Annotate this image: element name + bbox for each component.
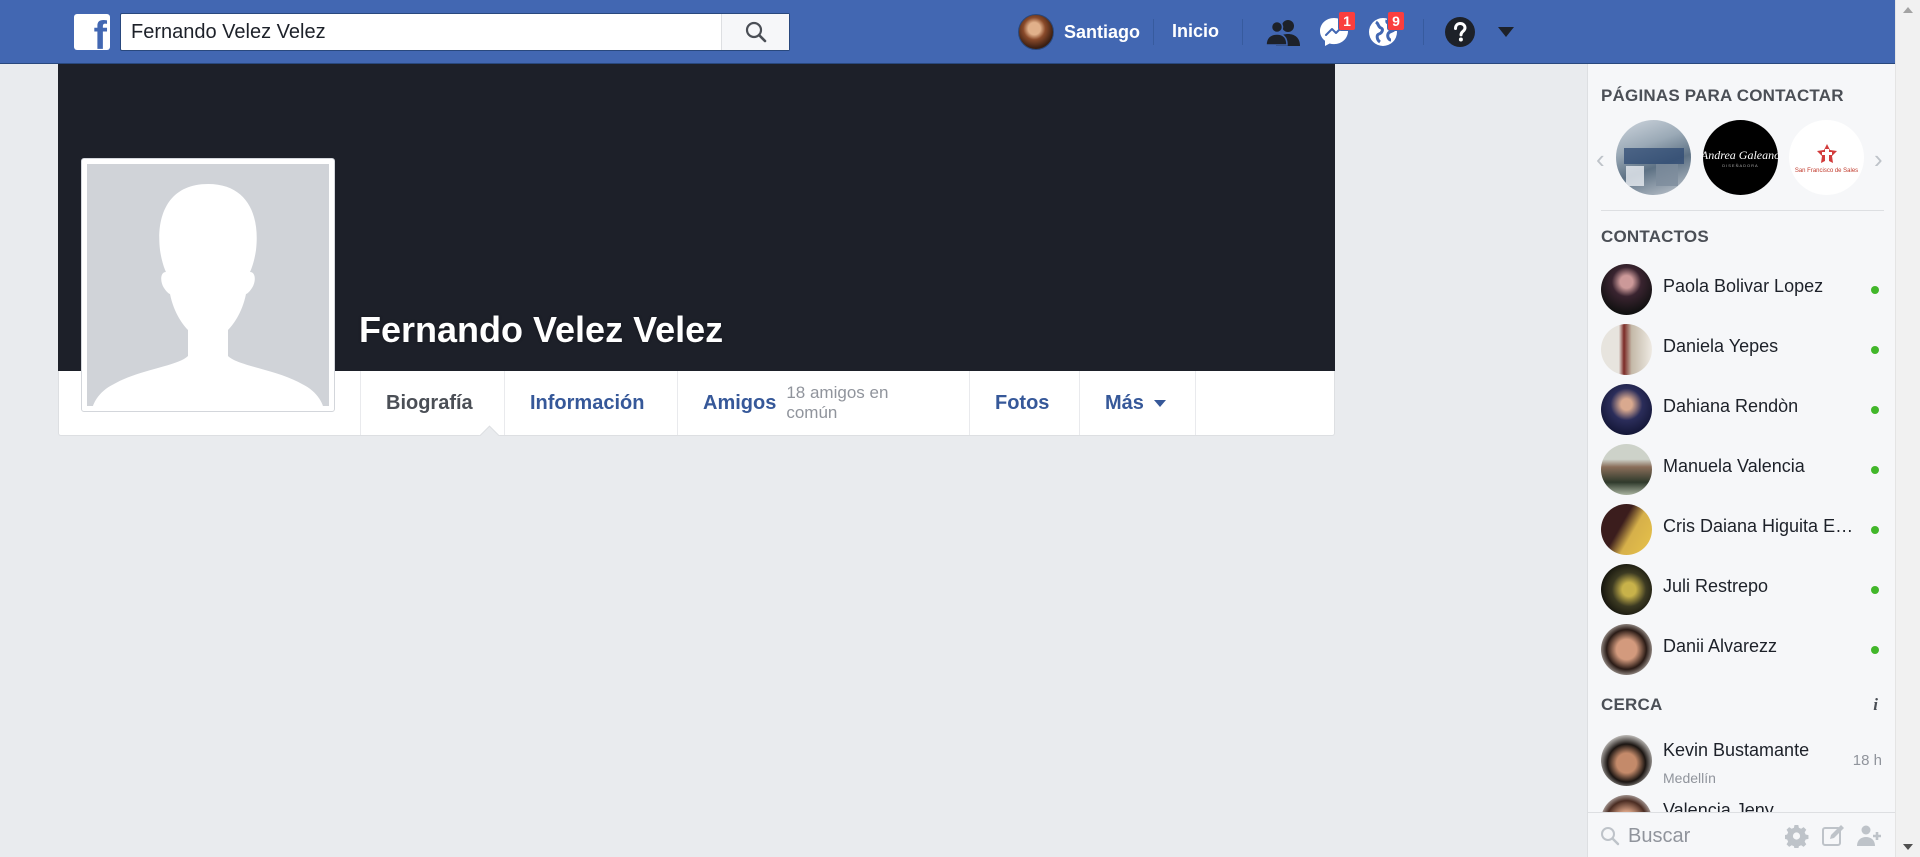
help-icon xyxy=(1445,17,1475,47)
messages-badge: 1 xyxy=(1338,11,1356,31)
profile-name[interactable]: Fernando Velez Velez xyxy=(359,309,723,351)
chevron-right-icon[interactable]: › xyxy=(1874,144,1883,175)
active-tab-indicator xyxy=(477,423,501,436)
scroll-down-icon[interactable] xyxy=(1903,844,1913,850)
nearby-contact-item[interactable]: Kevin Bustamante Medellín 18 h xyxy=(1588,732,1895,788)
notifications-button[interactable]: 9 xyxy=(1365,11,1405,50)
online-status-icon xyxy=(1871,466,1879,474)
divider xyxy=(1423,19,1424,45)
avatar xyxy=(1018,14,1054,50)
tab-label: Amigos xyxy=(703,391,777,414)
emblem-icon xyxy=(1816,143,1837,163)
contact-item[interactable]: Paola Bolivar Lopez xyxy=(1588,261,1895,317)
chat-search-input[interactable] xyxy=(1628,821,1778,851)
tab-label: Fotos xyxy=(995,391,1050,414)
messages-button[interactable]: 1 xyxy=(1316,11,1356,50)
online-status-icon xyxy=(1871,526,1879,534)
home-link[interactable]: Inicio xyxy=(1172,21,1219,42)
caret-down-icon xyxy=(1153,399,1166,407)
contact-name: Cris Daiana Higuita Echavarria xyxy=(1663,516,1858,536)
avatar xyxy=(1601,624,1652,675)
friends-icon xyxy=(1266,20,1300,46)
page-logo-subtext: DISEÑADORA xyxy=(1722,162,1759,168)
avatar xyxy=(1601,324,1652,375)
contact-item[interactable]: Juli Restrepo xyxy=(1588,561,1895,617)
tab-mas[interactable]: Más xyxy=(1079,371,1196,435)
online-status-icon xyxy=(1871,286,1879,294)
san-francisco-page-avatar[interactable]: San Francisco de Sales xyxy=(1789,120,1864,195)
contact-name: Juli Restrepo xyxy=(1663,576,1769,596)
last-active-time: 18 h xyxy=(1852,752,1882,769)
avatar xyxy=(1601,444,1652,495)
nearby-heading: CERCA xyxy=(1601,695,1663,714)
contact-location: Medellín xyxy=(1663,770,1716,786)
avatar xyxy=(1601,564,1652,615)
profile-shortcut-button[interactable]: Santiago xyxy=(1018,14,1140,50)
contact-item[interactable]: Dahiana Rendòn xyxy=(1588,381,1895,437)
contact-name: Dahiana Rendòn xyxy=(1663,396,1799,416)
online-status-icon xyxy=(1871,586,1879,594)
chat-search-bar xyxy=(1588,812,1895,857)
chat-sidebar: PÁGINAS PARA CONTACTAR ‹ Andrea Galeano … xyxy=(1587,64,1895,857)
search-input[interactable] xyxy=(121,14,721,50)
tab-label: Más xyxy=(1105,391,1144,414)
contact-item[interactable]: Cris Daiana Higuita Echavarria xyxy=(1588,501,1895,557)
pages-heading: PÁGINAS PARA CONTACTAR xyxy=(1601,86,1844,105)
friend-requests-button[interactable] xyxy=(1265,14,1301,50)
contact-name: Paola Bolivar Lopez xyxy=(1663,276,1824,296)
divider xyxy=(1242,19,1243,45)
page-scrollbar[interactable] xyxy=(1895,0,1920,857)
avatar xyxy=(1601,384,1652,435)
page-logo-text: San Francisco de Sales xyxy=(1794,167,1859,174)
online-status-icon xyxy=(1871,346,1879,354)
avatar xyxy=(1601,735,1652,786)
divider xyxy=(1601,210,1884,211)
gear-icon[interactable] xyxy=(1785,824,1809,848)
divider xyxy=(1153,19,1154,45)
help-button[interactable] xyxy=(1442,14,1478,50)
andrea-galeano-page-avatar[interactable]: Andrea Galeano DISEÑADORA xyxy=(1703,120,1778,195)
mutual-friends-count: 18 amigos en común xyxy=(786,383,889,422)
contact-name: Danii Alvarezz xyxy=(1663,636,1778,656)
contact-name: Kevin Bustamante xyxy=(1663,740,1810,760)
contacts-heading: CONTACTOS xyxy=(1601,227,1709,246)
scroll-up-icon[interactable] xyxy=(1903,7,1913,13)
facebook-logo-icon[interactable]: f xyxy=(74,14,110,50)
avatar xyxy=(1601,264,1652,315)
tab-fotos[interactable]: Fotos xyxy=(969,371,1079,435)
search-icon xyxy=(745,21,766,43)
online-status-icon xyxy=(1871,646,1879,654)
account-menu-button[interactable] xyxy=(1488,14,1524,50)
contact-name: Manuela Valencia xyxy=(1663,456,1805,476)
default-avatar-icon xyxy=(87,164,329,406)
search-button[interactable] xyxy=(721,14,789,50)
tab-label: Información xyxy=(530,391,645,414)
pages-carousel: ‹ Andrea Galeano DISEÑADORA San Francisc… xyxy=(1588,120,1895,196)
user-name: Santiago xyxy=(1064,21,1141,42)
online-status-icon xyxy=(1871,406,1879,414)
page-logo-text: Andrea Galeano xyxy=(1703,147,1778,162)
tab-label: Biografía xyxy=(386,391,473,414)
contact-item[interactable]: Manuela Valencia xyxy=(1588,441,1895,497)
search-icon xyxy=(1601,827,1620,846)
tab-amigos[interactable]: Amigos 18 amigos en común xyxy=(677,371,969,435)
contact-name: Daniela Yepes xyxy=(1663,336,1779,356)
tab-informacion[interactable]: Información xyxy=(504,371,677,435)
top-navigation-bar: f Santiago Inicio 1 9 xyxy=(0,0,1895,64)
store-page-avatar[interactable] xyxy=(1616,120,1691,195)
profile-picture[interactable] xyxy=(81,158,335,412)
new-message-icon[interactable] xyxy=(1821,824,1845,848)
contact-item[interactable]: Danii Alvarezz xyxy=(1588,621,1895,677)
caret-down-icon xyxy=(1498,27,1514,37)
profile-header: Fernando Velez Velez Biografía Informaci… xyxy=(58,64,1335,436)
contact-item[interactable]: Daniela Yepes xyxy=(1588,321,1895,377)
avatar xyxy=(1601,504,1652,555)
chevron-left-icon[interactable]: ‹ xyxy=(1596,144,1605,175)
search-box xyxy=(120,13,790,51)
notifications-badge: 9 xyxy=(1387,11,1405,31)
info-icon[interactable]: i xyxy=(1873,695,1878,715)
new-group-icon[interactable] xyxy=(1857,824,1883,848)
